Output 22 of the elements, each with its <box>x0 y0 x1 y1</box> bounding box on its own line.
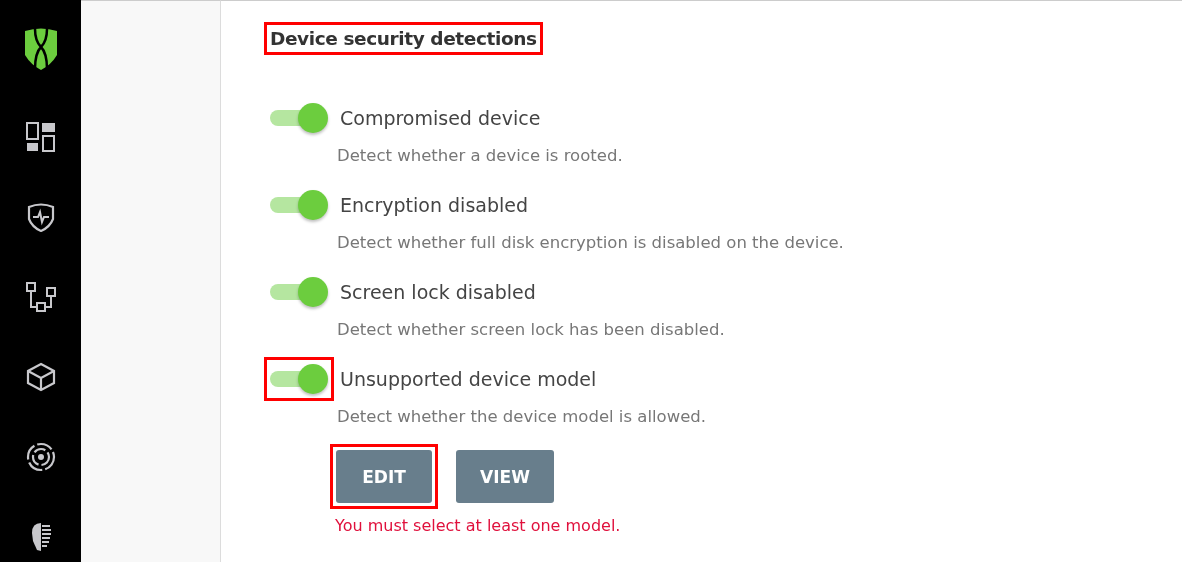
edit-button[interactable]: EDIT <box>336 450 432 503</box>
toggle-switch[interactable] <box>270 276 328 308</box>
dashboard-icon[interactable] <box>25 122 56 152</box>
section-title: Device security detections <box>270 28 537 49</box>
toggle-switch[interactable] <box>270 189 328 221</box>
view-button[interactable]: VIEW <box>456 450 554 503</box>
description-text: Detect whether a device is rooted. <box>337 146 624 165</box>
shield-logo-icon[interactable] <box>22 27 59 71</box>
toggle-switch[interactable] <box>270 363 328 395</box>
toggle-label: Encryption disabled <box>340 194 528 216</box>
description-text: Detect whether the device model is allowed. <box>337 407 708 426</box>
toggle-label: Screen lock disabled <box>340 281 536 303</box>
description-text: Detect whether screen lock has been disabled. <box>337 320 726 339</box>
error-message: You must select at least one model. <box>335 516 622 535</box>
cube-icon[interactable] <box>25 362 56 392</box>
description-text: Detect whether full disk encryption is disabled on the device. <box>337 233 845 252</box>
toggle-switch[interactable] <box>270 102 328 134</box>
toggle-label: Compromised device <box>340 107 541 129</box>
target-icon[interactable] <box>25 442 56 472</box>
shield-pulse-icon[interactable] <box>25 202 56 232</box>
toggle-label: Unsupported device model <box>340 368 597 390</box>
workflow-icon[interactable] <box>25 282 56 312</box>
